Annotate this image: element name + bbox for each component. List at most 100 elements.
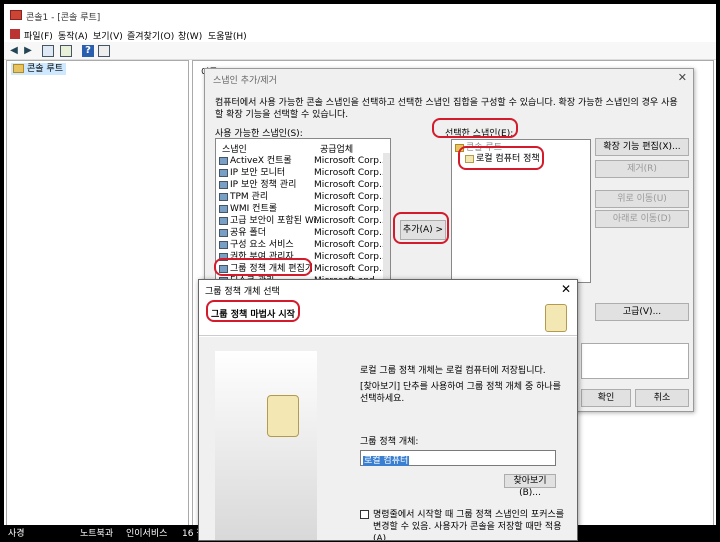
snapin-name: WMI 컨트롤	[230, 204, 278, 214]
snapin-vendor: Microsoft Corp...	[314, 168, 388, 178]
tree-item-label: 로컬 컴퓨터 정책	[476, 154, 540, 164]
list-item[interactable]: 공유 폴더 Microsoft Corp...	[216, 227, 390, 239]
snapin-vendor: Microsoft Corp...	[314, 216, 388, 226]
list-scrollbar[interactable]	[383, 153, 390, 282]
back-icon[interactable]: ◀	[8, 45, 20, 57]
dialog-title: 스냅인 추가/제거	[213, 76, 277, 86]
selected-snapins-list[interactable]: 콘솔 루트 로컬 컴퓨터 정책	[451, 139, 591, 283]
snapin-name: ActiveX 컨트롤	[230, 156, 292, 166]
list-item-group-policy-editor[interactable]: 그룹 정책 개체 편집기 Microsoft Corp...	[216, 263, 390, 275]
gpo-field-label: 그룹 정책 개체:	[360, 437, 419, 447]
snapin-name: 구성 요소 서비스	[230, 240, 294, 250]
selected-snapins-label: 선택한 스냅인(E):	[445, 129, 514, 139]
export-icon[interactable]	[60, 45, 72, 57]
snapin-icon	[219, 181, 228, 189]
edit-extensions-button[interactable]: 확장 기능 편집(X)...	[595, 138, 689, 156]
dialog-description: 컴퓨터에서 사용 가능한 콘솔 스냅인을 선택하고 선택한 스냅인 집합을 구성…	[215, 98, 678, 120]
snapin-icon	[219, 253, 228, 261]
status-item: 인이서비스	[126, 529, 168, 538]
menu-window[interactable]: 창(W)	[178, 29, 202, 42]
snapin-name: IP 보안 모니터	[230, 168, 286, 178]
ok-button[interactable]: 확인	[581, 389, 631, 407]
folder-icon	[455, 144, 464, 152]
list-item[interactable]: IP 보안 모니터 Microsoft Corp...	[216, 167, 390, 179]
list-item[interactable]: 고급 보안이 포함된 Wi... Microsoft Corp...	[216, 215, 390, 227]
browse-button[interactable]: 찾아보기(B)...	[504, 474, 556, 498]
list-item[interactable]: ActiveX 컨트롤 Microsoft Corp...	[216, 155, 390, 167]
status-item: 사경	[8, 529, 25, 538]
gpo-field-value: 로컬 컴퓨터	[363, 456, 410, 466]
snapin-name: 공유 폴더	[230, 228, 266, 238]
snapin-name: 그룹 정책 개체 편집기	[230, 264, 314, 274]
snapin-vendor: Microsoft Corp...	[314, 180, 388, 190]
window-title: 콘솔1 - [콘솔 루트]	[26, 13, 101, 23]
tree-item-local-computer-policy[interactable]: 로컬 컴퓨터 정책	[462, 153, 590, 165]
policy-scroll-icon	[465, 155, 474, 163]
menu-help[interactable]: 도움말(H)	[208, 29, 247, 42]
wizard-heading: 그룹 정책 마법사 시작	[211, 310, 295, 320]
snapin-vendor: Microsoft Corp...	[314, 156, 388, 166]
move-up-button[interactable]: 위로 이동(U)	[595, 190, 689, 208]
help-icon[interactable]: ?	[82, 45, 94, 57]
wizard-body: 로컬 그룹 정책 개체는 로컬 컴퓨터에 저장됩니다. [찾아보기] 단추를 사…	[199, 337, 577, 541]
add-button[interactable]: 추가(A) >	[400, 220, 446, 240]
menu-file[interactable]: 파일(F)	[24, 29, 53, 42]
description-box	[581, 343, 689, 379]
list-item[interactable]: 구성 요소 서비스 Microsoft Corp...	[216, 239, 390, 251]
list-item[interactable]: TPM 관리 Microsoft Corp...	[216, 191, 390, 203]
wizard-image	[215, 351, 317, 540]
focus-change-checkbox[interactable]	[360, 510, 369, 519]
menu-favorites[interactable]: 즐겨찾기(O)	[127, 29, 174, 42]
snapin-icon	[219, 217, 228, 225]
cancel-button[interactable]: 취소	[635, 389, 689, 407]
gpo-field[interactable]: 로컬 컴퓨터	[360, 450, 556, 466]
column-header-snapin[interactable]: 스냅인	[222, 142, 247, 155]
column-header-vendor[interactable]: 공급업체	[320, 142, 353, 155]
close-icon[interactable]: ✕	[678, 71, 687, 84]
folder-icon	[13, 64, 24, 73]
select-gpo-dialog: 그룹 정책 개체 선택 ✕ 그룹 정책 마법사 시작 로컬 그룹 정책 개체는 …	[198, 279, 578, 541]
snapin-icon	[219, 229, 228, 237]
remove-button[interactable]: 제거(R)	[595, 160, 689, 178]
snapin-vendor: Microsoft Corp...	[314, 204, 388, 214]
snapin-vendor: Microsoft Corp...	[314, 228, 388, 238]
info-text: 로컬 그룹 정책 개체는 로컬 컴퓨터에 저장됩니다.	[360, 366, 546, 376]
snapin-name: 고급 보안이 포함된 Wi...	[230, 216, 325, 226]
list-item[interactable]: IP 보안 정책 관리 Microsoft Corp...	[216, 179, 390, 191]
mmc-app-icon	[10, 10, 22, 20]
system-menu-icon[interactable]	[10, 29, 20, 39]
forward-icon[interactable]: ▶	[22, 45, 34, 57]
menu-action[interactable]: 동작(A)	[58, 29, 88, 42]
properties-icon[interactable]	[98, 45, 110, 57]
tree-item-label: 콘솔 루트	[27, 64, 63, 74]
snapin-name: TPM 관리	[230, 192, 269, 202]
toolbar: ◀ ▶ ?	[4, 42, 716, 60]
snapin-icon	[219, 193, 228, 201]
advanced-button[interactable]: 고급(V)...	[595, 303, 689, 321]
list-item[interactable]: WMI 컨트롤 Microsoft Corp...	[216, 203, 390, 215]
status-item: 노트북과	[80, 529, 114, 538]
show-tree-icon[interactable]	[42, 45, 54, 57]
snapin-icon	[219, 241, 228, 249]
snapin-name: IP 보안 정책 관리	[230, 180, 297, 190]
snapin-icon	[219, 265, 228, 273]
tree-item-console-root[interactable]: 콘솔 루트	[11, 63, 66, 75]
snapin-name: 권한 부여 관리자	[230, 252, 294, 262]
title-bar: 콘솔1 - [콘솔 루트]	[4, 4, 716, 26]
snapin-vendor: Microsoft Corp...	[314, 264, 388, 274]
policy-scroll-icon	[267, 395, 299, 437]
available-snapins-list[interactable]: 스냅인 공급업체 ActiveX 컨트롤 Microsoft Corp... IP…	[215, 138, 391, 283]
close-icon[interactable]: ✕	[561, 282, 571, 296]
snapin-icon	[219, 169, 228, 177]
menu-view[interactable]: 보기(V)	[93, 29, 123, 42]
console-tree: 콘솔 루트	[6, 60, 189, 534]
snapin-vendor: Microsoft Corp...	[314, 192, 388, 202]
snapin-vendor: Microsoft Corp...	[314, 240, 388, 250]
browse-hint-text: [찾아보기] 단추를 사용하여 그룹 정책 개체 중 하나를 선택하세요.	[360, 382, 561, 404]
list-item[interactable]: 권한 부여 관리자 Microsoft Corp...	[216, 251, 390, 263]
snapin-vendor: Microsoft Corp...	[314, 252, 388, 262]
snapin-icon	[219, 205, 228, 213]
checkbox-label: 명령줄에서 시작할 때 그룹 정책 스냅인의 포커스를 변경할 수 있음. 사용…	[373, 510, 565, 541]
menu-bar: 파일(F) 동작(A) 보기(V) 즐겨찾기(O) 창(W) 도움말(H)	[4, 26, 716, 42]
move-down-button[interactable]: 아래로 이동(D)	[595, 210, 689, 228]
